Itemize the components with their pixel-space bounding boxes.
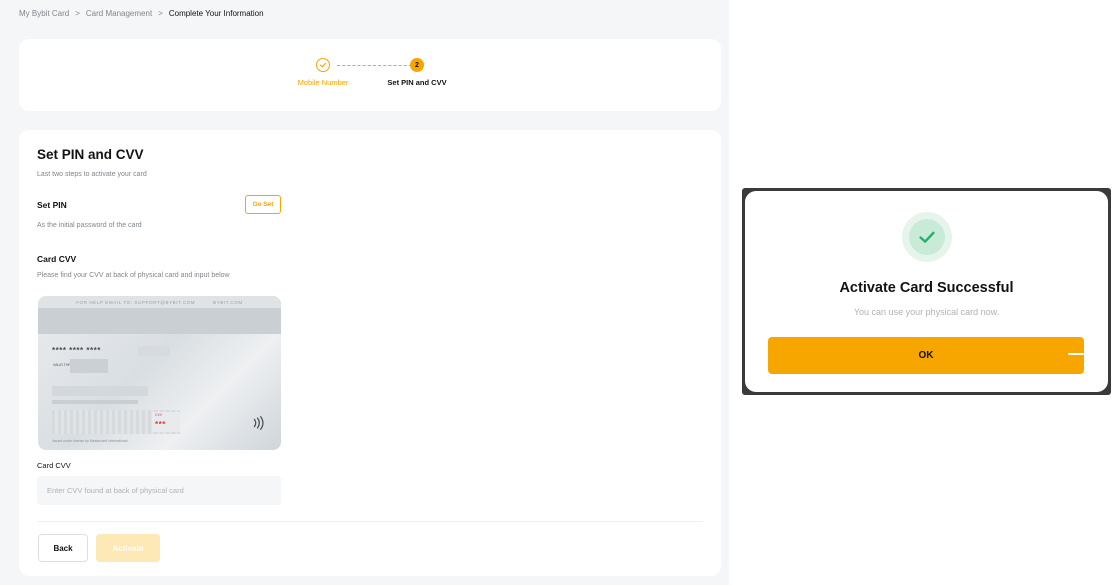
card-cvv-description: Please find your CVV at back of physical… [37, 272, 230, 279]
license-text: Issued under license by Mastercard Inter… [52, 439, 128, 443]
dialog-title: Activate Card Successful [839, 280, 1014, 296]
step-number: 2 [410, 58, 424, 72]
cvv-tag: CVV [155, 413, 163, 417]
stepper-card: Mobile Number 2 Set PIN and CVV [19, 39, 721, 111]
breadcrumb-card-management[interactable]: Card Management [86, 9, 152, 18]
go-set-button[interactable]: Go Set [245, 195, 281, 214]
cvv-input[interactable] [37, 476, 281, 505]
contactless-icon [249, 414, 267, 436]
set-pin-description: As the initial password of the card [37, 222, 142, 229]
divider [37, 521, 703, 522]
step-set-pin-cvv: 2 Set PIN and CVV [377, 58, 457, 87]
success-dialog: Activate Card Successful You can use you… [745, 191, 1108, 392]
breadcrumb-my-bybit-card[interactable]: My Bybit Card [19, 9, 69, 18]
page-subtitle: Last two steps to activate your card [37, 171, 147, 178]
card-back-image: FOR HELP EMAIL TO: SUPPORT@BYBIT.COM BYB… [38, 296, 281, 450]
step-label: Set PIN and CVV [387, 78, 447, 87]
card-cvv-heading: Card CVV [37, 254, 77, 264]
cvv-field-label: Card CVV [37, 461, 71, 470]
page-title: Set PIN and CVV [37, 147, 144, 162]
card-help-band: FOR HELP EMAIL TO: SUPPORT@BYBIT.COM BYB… [38, 296, 281, 308]
blurred-line [52, 400, 138, 404]
breadcrumb-separator: > [158, 9, 163, 18]
breadcrumb-current: Complete Your Information [168, 9, 264, 18]
back-button[interactable]: Back [38, 534, 88, 562]
card-help-text: FOR HELP EMAIL TO: SUPPORT@BYBIT.COM [76, 299, 196, 305]
dialog-subtitle: You can use your physical card now. [853, 307, 1000, 317]
step-label: Mobile Number [297, 78, 349, 87]
ok-button[interactable]: OK [768, 337, 1084, 374]
blurred-expiry [70, 359, 108, 373]
card-brand-text: BYBIT.COM [213, 299, 243, 305]
check-circle-inner [909, 219, 945, 255]
magnetic-stripe [38, 308, 281, 334]
page-background: My Bybit Card > Card Management > Comple… [0, 0, 729, 585]
set-pin-label: Set PIN [37, 200, 67, 210]
breadcrumb: My Bybit Card > Card Management > Comple… [19, 9, 264, 18]
scroll-handle [1068, 353, 1084, 355]
check-circle-icon [902, 212, 952, 262]
breadcrumb-separator: > [75, 9, 80, 18]
blurred-digits [138, 346, 170, 356]
main-card: Set PIN and CVV Last two steps to activa… [19, 130, 721, 576]
masked-card-number: **** **** **** [52, 346, 101, 355]
activate-button[interactable]: Activate [96, 534, 160, 562]
blurred-name [52, 386, 148, 396]
cvv-masked: *** [155, 420, 166, 429]
check-icon [316, 58, 330, 72]
step-mobile-number: Mobile Number [283, 58, 363, 87]
